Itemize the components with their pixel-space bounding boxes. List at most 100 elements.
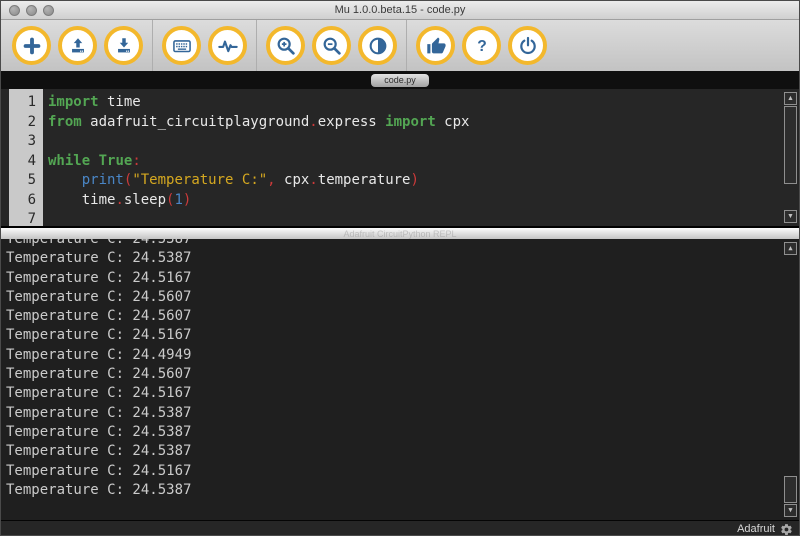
zoom-in-icon: [275, 35, 297, 57]
zoom-out-icon: [321, 35, 343, 57]
code-token-punct: ): [410, 172, 418, 188]
upload-icon: [67, 35, 89, 57]
serial-line: Temperature C: 24.5167: [6, 326, 799, 345]
serial-scrollbar-thumb[interactable]: [784, 476, 797, 503]
quit-button[interactable]: [508, 26, 547, 65]
code-token-plain: express: [318, 114, 385, 130]
window-title: Mu 1.0.0.beta.15 - code.py: [335, 4, 466, 16]
traffic-lights: [9, 5, 54, 16]
serial-line: Temperature C: 24.5167: [6, 462, 799, 481]
serial-scroll-up-button[interactable]: ▲: [784, 242, 797, 255]
save-button[interactable]: [104, 26, 143, 65]
editor-scrollbar-track[interactable]: [784, 105, 797, 210]
code-token-plain: [48, 172, 82, 188]
serial-scrollbar[interactable]: ▲ ▼: [783, 242, 798, 517]
plus-icon: [21, 35, 43, 57]
serial-line: Temperature C: 24.5387: [6, 404, 799, 423]
code-line[interactable]: time.sleep(1): [48, 191, 799, 211]
code-line[interactable]: import time: [48, 93, 799, 113]
mu-editor-window: Mu 1.0.0.beta.15 - code.py ? code.py 123…: [0, 0, 800, 536]
contrast-icon: [367, 35, 389, 57]
serial-output-text: Temperature C: 24.5387Temperature C: 24.…: [1, 239, 799, 500]
line-number: 3: [9, 132, 36, 152]
editor-scrollbar[interactable]: ▲ ▼: [783, 92, 798, 223]
line-number: 4: [9, 152, 36, 172]
pulse-icon: [217, 35, 239, 57]
code-token-plain: cpx: [436, 114, 470, 130]
toolbar-group: [153, 26, 256, 65]
editor-scrollbar-thumb[interactable]: [784, 106, 797, 184]
tab-strip: code.py: [1, 71, 799, 89]
serial-scrollbar-track[interactable]: [784, 255, 797, 504]
code-token-keyword: True: [99, 153, 133, 169]
new-button[interactable]: [12, 26, 51, 65]
code-token-plain: cpx: [276, 172, 310, 188]
code-line[interactable]: while True:: [48, 152, 799, 172]
title-bar: Mu 1.0.0.beta.15 - code.py: [1, 1, 799, 20]
serial-line: Temperature C: 24.5607: [6, 307, 799, 326]
line-number: 1: [9, 93, 36, 113]
serial-scroll-down-button[interactable]: ▼: [784, 504, 797, 517]
editor-scroll-up-button[interactable]: ▲: [784, 92, 797, 105]
code-token-keyword: import: [385, 114, 436, 130]
question-icon: ?: [471, 35, 493, 57]
tab-code-py[interactable]: code.py: [371, 74, 429, 87]
code-token-builtin: print: [82, 172, 124, 188]
status-bar: Adafruit: [1, 520, 799, 536]
code-token-keyword: while: [48, 153, 90, 169]
line-number: 2: [9, 113, 36, 133]
code-line[interactable]: [48, 132, 799, 152]
serial-output-pane[interactable]: Temperature C: 24.5387Temperature C: 24.…: [1, 239, 799, 520]
zoom-in-button[interactable]: [266, 26, 305, 65]
pane-splitter[interactable]: Adafruit CircuitPython REPL: [1, 226, 799, 239]
line-number: 5: [9, 171, 36, 191]
download-icon: [113, 35, 135, 57]
code-token-punct: .: [115, 192, 123, 208]
toolbar-group: ?: [407, 26, 556, 65]
serial-line: Temperature C: 24.5387: [6, 442, 799, 461]
code-token-plain: time: [48, 192, 115, 208]
keyboard-icon: [171, 35, 193, 57]
gear-icon[interactable]: [780, 523, 793, 536]
code-token-punct: .: [309, 172, 317, 188]
check-button[interactable]: [416, 26, 455, 65]
serial-line: Temperature C: 24.4949: [6, 346, 799, 365]
serial-line: Temperature C: 24.5387: [6, 239, 799, 249]
serial-line: Temperature C: 24.5167: [6, 269, 799, 288]
serial-line: Temperature C: 24.5167: [6, 384, 799, 403]
code-token-plain: temperature: [318, 172, 411, 188]
code-token-punct: .: [309, 114, 317, 130]
minimize-window-button[interactable]: [26, 5, 37, 16]
code-token-keyword: import: [48, 94, 99, 110]
power-icon: [517, 35, 539, 57]
code-line[interactable]: from adafruit_circuitplayground.express …: [48, 113, 799, 133]
mode-label: Adafruit: [737, 523, 775, 535]
serial-line: Temperature C: 24.5607: [6, 365, 799, 384]
toolbar: ?: [1, 20, 799, 71]
code-area[interactable]: import timefrom adafruit_circuitplaygrou…: [43, 89, 799, 226]
theme-button[interactable]: [358, 26, 397, 65]
close-window-button[interactable]: [9, 5, 20, 16]
code-token-punct: ,: [267, 172, 275, 188]
toolbar-group: [3, 26, 152, 65]
code-token-string: "Temperature C:": [132, 172, 267, 188]
code-line[interactable]: [48, 210, 799, 226]
serial-line: Temperature C: 24.5387: [6, 481, 799, 500]
code-token-number: 1: [174, 192, 182, 208]
load-button[interactable]: [58, 26, 97, 65]
line-number: 7: [9, 210, 36, 226]
maximize-window-button[interactable]: [43, 5, 54, 16]
repl-button[interactable]: [162, 26, 201, 65]
svg-text:?: ?: [477, 38, 487, 55]
code-line[interactable]: print("Temperature C:", cpx.temperature): [48, 171, 799, 191]
plotter-button[interactable]: [208, 26, 247, 65]
code-editor-pane[interactable]: 1234567 import timefrom adafruit_circuit…: [1, 89, 799, 226]
serial-line: Temperature C: 24.5607: [6, 288, 799, 307]
serial-pane-title: Adafruit CircuitPython REPL: [343, 229, 456, 239]
help-button[interactable]: ?: [462, 26, 501, 65]
serial-line: Temperature C: 24.5387: [6, 423, 799, 442]
code-token-plain: [90, 153, 98, 169]
toolbar-group: [257, 26, 406, 65]
editor-scroll-down-button[interactable]: ▼: [784, 210, 797, 223]
zoom-out-button[interactable]: [312, 26, 351, 65]
